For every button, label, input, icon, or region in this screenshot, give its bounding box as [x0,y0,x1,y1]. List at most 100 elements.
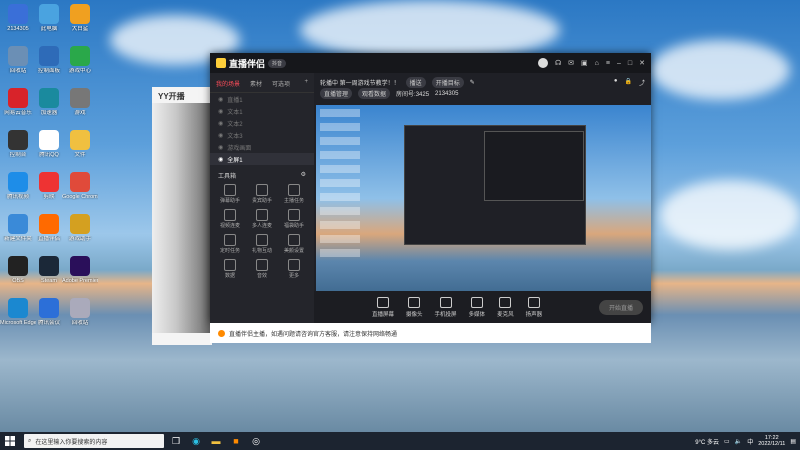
edit-icon[interactable]: ✎ [470,79,475,86]
source-label: 手机投屏 [434,311,457,318]
shirt-icon[interactable]: ⌂ [595,60,599,67]
desktop-icon[interactable]: Adobe Premiere [62,256,98,284]
yy-live-window[interactable]: YY开播 [152,87,212,345]
desktop-icon-label: Adobe Premiere [62,278,98,284]
add-scene-icon[interactable]: + [304,79,308,88]
taskview-icon[interactable]: ❒ [168,433,184,449]
desktop-icon-label: 文件 [74,152,86,158]
tool-item[interactable]: 贵宾助手 [246,184,278,204]
manage-button[interactable]: 直播管理 [320,88,353,99]
eye-icon[interactable]: ◉ [218,144,223,151]
live-preview[interactable] [316,105,651,313]
tool-icon [256,184,268,196]
tool-item[interactable]: 福袋助手 [278,209,310,229]
app-icon [70,172,90,192]
obs-taskbar-icon[interactable]: ◎ [248,433,264,449]
scene-item[interactable]: ◉ 文本1 [210,105,314,117]
source-button[interactable]: 摄像头 [406,296,423,318]
tool-item[interactable]: 视频连麦 [214,209,246,229]
cloud [300,0,560,60]
eye-icon[interactable]: ◉ [218,120,223,127]
menu-icon[interactable]: ≡ [606,60,610,67]
app-icon [39,214,59,234]
scene-item[interactable]: ◉ 游戏画面 [210,141,314,153]
eye-icon[interactable]: ◉ [218,108,223,115]
sidebar-tab[interactable]: 可选项 [272,79,290,88]
tool-icon [224,209,236,221]
tool-item[interactable]: 数据 [214,259,246,279]
desktop-icon[interactable]: 游戏 [62,88,98,116]
go-live-button[interactable]: 开始直播 [598,299,643,315]
source-button[interactable]: 直播屏幕 [372,296,394,318]
scene-item[interactable]: ◉ 文本3 [210,129,314,141]
app-icon [70,4,90,24]
desktop-icon[interactable]: 文件 [62,130,98,158]
desktop-icon[interactable]: 大白鲨 [62,4,98,32]
scene-item[interactable]: ◉ 文本2 [210,117,314,129]
source-icon [499,296,512,308]
tool-item[interactable]: 礼物互动 [246,234,278,254]
clock[interactable]: 17:22 2022/12/11 [758,435,785,447]
desktop-icon[interactable]: 游戏中心 [62,46,98,74]
clock-date: 2022/12/11 [758,441,786,447]
scene-item[interactable]: ◉ 直播1 [210,93,314,105]
settings-icon[interactable]: ⚙ [301,171,306,180]
tool-item[interactable]: 更多 [278,259,310,279]
app-icon [39,256,59,276]
notification-icon[interactable]: ▤ [790,438,796,445]
scene-label: 文本1 [227,109,243,116]
tool-item[interactable]: 多人连麦 [246,209,278,229]
source-button[interactable]: 麦克风 [497,296,514,318]
desktop-icon[interactable]: Google Chrome [62,172,98,200]
tool-item[interactable]: 主播任务 [278,184,310,204]
network-icon[interactable]: ▭ [724,438,730,445]
tag-b[interactable]: 开播目标 [431,77,464,88]
tool-item[interactable]: 定时任务 [214,234,246,254]
explorer-icon[interactable]: ▬ [208,433,224,449]
share-icon[interactable]: ⤴ [639,78,645,87]
lock-icon[interactable]: 🔒 [625,78,632,87]
app-icon [8,130,28,150]
source-button[interactable]: 扬声器 [526,296,542,318]
weather-text[interactable]: 9°C 多云 [695,437,719,446]
mail-icon[interactable]: ✉ [568,59,574,67]
gift-icon[interactable]: ▣ [581,59,588,67]
start-button[interactable] [2,433,18,449]
record-icon[interactable]: ● [614,78,618,87]
tool-item[interactable]: 美颜设置 [278,234,310,254]
data-button[interactable]: 观看数据 [358,88,391,99]
app-icon [39,46,59,66]
sidebar-tab[interactable]: 我的场景 [216,79,240,88]
close-icon[interactable]: ✕ [639,59,645,67]
avatar[interactable] [537,58,548,68]
app-icon [8,256,28,276]
app-icon [70,256,90,276]
eye-icon[interactable]: ◉ [218,156,223,163]
tool-item[interactable]: 音效 [246,259,278,279]
headset-icon[interactable]: ☊ [555,59,561,67]
tag-a[interactable]: 播送 [405,77,426,88]
tool-label: 美颜设置 [283,248,304,254]
volume-icon[interactable]: 🔈 [735,438,742,445]
app-icon [70,214,90,234]
sidebar-tab[interactable]: 素材 [250,79,262,88]
eye-icon[interactable]: ◉ [218,132,223,139]
scene-item[interactable]: ◉ 全屏1 [210,153,314,165]
platform-badge[interactable]: 抖音 [268,58,287,68]
maximize-icon[interactable]: □ [628,60,632,67]
app-icon [8,214,28,234]
livecompanion-taskbar-icon[interactable]: ■ [228,433,244,449]
source-button[interactable]: 手机投屏 [434,296,457,318]
ime-icon[interactable]: 中 [747,437,753,446]
tool-item[interactable]: 弹幕助手 [214,184,246,204]
eye-icon[interactable]: ◉ [218,96,223,103]
edge-icon[interactable]: ◉ [188,433,204,449]
minimize-icon[interactable]: – [617,60,621,67]
tool-icon [256,259,268,271]
desktop-icon[interactable]: 回收站 [62,298,98,326]
desktop-icon[interactable]: 游戏助手 [62,214,98,242]
app-icon [70,88,90,108]
source-button[interactable]: 多媒体 [469,296,485,318]
search-box[interactable]: ⌕ 在这里输入你要搜索的内容 [24,434,164,448]
source-icon [439,296,452,308]
